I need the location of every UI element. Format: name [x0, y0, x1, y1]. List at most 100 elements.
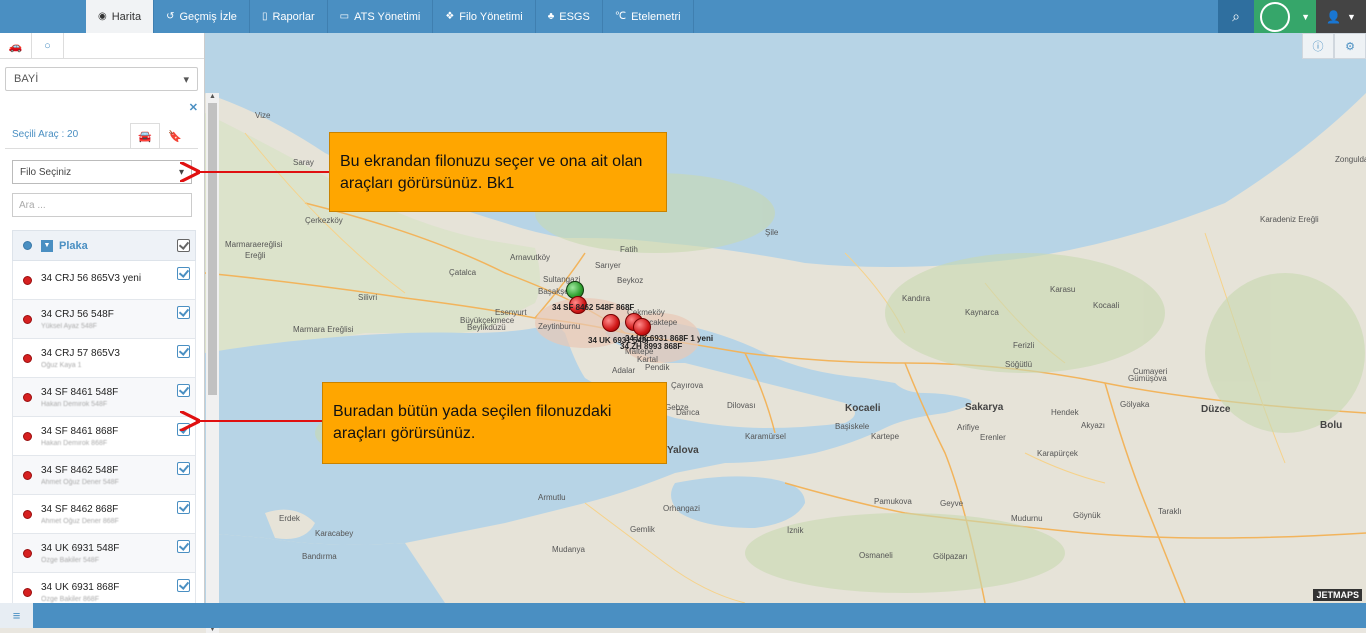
- vehicle-plate: 34 SF 8461 548F: [41, 386, 119, 398]
- plate-column-header[interactable]: ▼ Plaka: [41, 239, 171, 252]
- vehicle-checkbox[interactable]: [171, 261, 195, 280]
- map-place-label: Saray: [293, 158, 314, 167]
- vehicle-grid: ▼ Plaka 34 CRJ 56 865V3 yeni 34 CRJ 56 54…: [12, 230, 196, 612]
- tab-vehicle-list[interactable]: 🚘: [130, 123, 160, 149]
- map-place-label: Çayırova: [671, 381, 704, 390]
- table-row[interactable]: 34 SF 8462 548F Ahmet Oğuz Dener 548F: [12, 456, 196, 495]
- tab-bookmarks[interactable]: 🔖: [160, 123, 190, 149]
- vehicle-map-label: 34 SF 8462 548F 868F: [552, 303, 635, 312]
- status-dot-icon: [22, 241, 32, 250]
- map-place-label: Sarıyer: [595, 261, 621, 270]
- status-cell: [13, 587, 41, 597]
- sidebar-scrollbar[interactable]: ▲ ▼: [206, 93, 219, 633]
- table-row[interactable]: 34 SF 8461 868F Hakan Demirok 868F: [12, 417, 196, 456]
- map-view[interactable]: Vize Saray Çerkezköy Marmaraereğlisi Ereğli Ç…: [205, 33, 1366, 603]
- status-dropdown[interactable]: ▼: [1254, 0, 1316, 33]
- cubes-icon: ❖: [445, 11, 455, 22]
- status-dot-icon: [22, 431, 32, 441]
- table-row[interactable]: 34 CRJ 57 865V3 Oğuz Kaya 1: [12, 339, 196, 378]
- chevron-down-icon: ▼: [1301, 11, 1310, 22]
- checkbox-icon: [176, 579, 190, 592]
- table-row[interactable]: 34 SF 8462 868F Ahmet Oğuz Dener 868F: [12, 495, 196, 534]
- table-row[interactable]: 34 CRJ 56 865V3 yeni: [12, 261, 196, 300]
- map-place-label: Bolu: [1320, 420, 1343, 431]
- scroll-up-icon[interactable]: ▲: [209, 93, 216, 100]
- jetmaps-logo: JETMAPS: [1313, 589, 1362, 601]
- vehicle-checkbox[interactable]: [171, 495, 195, 514]
- nav-item-geçmiş-i-zle[interactable]: ↺ Geçmiş İzle: [154, 0, 250, 33]
- user-icon: 👤: [1326, 9, 1342, 24]
- vehicle-checkbox[interactable]: [171, 339, 195, 358]
- status-cell: [13, 470, 41, 480]
- status-cell: [13, 275, 41, 285]
- map-place-label: Kaynarca: [965, 308, 999, 317]
- info-icon: ⓘ: [1312, 41, 1324, 53]
- vehicle-checkbox[interactable]: [171, 417, 195, 436]
- vehicle-info: 34 CRJ 56 865V3 yeni: [41, 273, 171, 287]
- chevron-down-icon: ▾: [183, 73, 189, 86]
- file-icon: ▯: [261, 11, 268, 22]
- map-tools: ⓘ ⚙: [1302, 33, 1366, 59]
- vehicle-plate: 34 CRJ 56 865V3 yeni: [41, 273, 142, 284]
- vehicle-driver: Ahmet Oğuz Dener 548F: [41, 478, 119, 486]
- status-dot-icon: [22, 275, 32, 285]
- nav-item-filo-yönetimi[interactable]: ❖ Filo Yönetimi: [433, 0, 536, 33]
- nav-item-etelemetri[interactable]: ℃ Etelemetri: [603, 0, 694, 33]
- map-place-label: Çerkezköy: [305, 216, 343, 225]
- map-settings-button[interactable]: ⚙: [1334, 33, 1366, 59]
- table-row[interactable]: 34 UK 6931 548F Özge Bakiler 548F: [12, 534, 196, 573]
- status-cell: [13, 314, 41, 324]
- vehicle-marker[interactable]: [602, 314, 620, 332]
- checkbox-icon: [176, 501, 190, 514]
- vehicle-checkbox[interactable]: [171, 456, 195, 475]
- map-place-label: Vize: [255, 111, 271, 120]
- vehicle-checkbox[interactable]: [171, 378, 195, 397]
- map-place-label: Zeytinburnu: [538, 322, 581, 331]
- map-place-label: Silivri: [358, 293, 378, 302]
- menu-toggle-button[interactable]: ≡: [0, 603, 33, 628]
- map-place-label: Kocaeli: [845, 403, 881, 414]
- close-icon[interactable]: ✕: [189, 101, 198, 114]
- nav-item-label: Harita: [111, 10, 142, 23]
- search-button[interactable]: ⌕: [1218, 0, 1254, 33]
- map-place-label: Erenler: [980, 433, 1006, 442]
- map-place-label: Bandırma: [302, 552, 337, 561]
- search-icon: ⌕: [1232, 8, 1240, 24]
- map-place-label: Dilovası: [727, 401, 756, 410]
- map-info-button[interactable]: ⓘ: [1302, 33, 1334, 59]
- map-place-label: Adalar: [612, 366, 636, 375]
- nav-item-raporlar[interactable]: ▯ Raporlar: [250, 0, 328, 33]
- map-place-label: Zonguldak: [1335, 155, 1366, 164]
- table-row[interactable]: 34 SF 8461 548F Hakan Demirok 548F: [12, 378, 196, 417]
- table-row[interactable]: 34 CRJ 56 548F Yüksel Ayaz 548F: [12, 300, 196, 339]
- map-place-label: Arnavutköy: [510, 253, 551, 262]
- sitemap-icon: ♣: [547, 11, 555, 22]
- list-tabs: 🚘 🔖: [130, 123, 190, 149]
- map-place-label: Kandıra: [902, 294, 931, 303]
- vehicle-info: 34 CRJ 56 548F Yüksel Ayaz 548F: [41, 309, 171, 330]
- gears-icon: ⚙: [1345, 40, 1355, 53]
- nav-item-ats-yönetimi[interactable]: ▭ ATS Yönetimi: [328, 0, 434, 33]
- vehicle-plate: 34 SF 8461 868F: [41, 425, 119, 437]
- vehicle-checkbox[interactable]: [171, 300, 195, 319]
- checkbox-icon: [176, 345, 190, 358]
- sort-icon[interactable]: ▼: [41, 239, 53, 252]
- fleet-select[interactable]: Filo Seçiniz ▾: [12, 160, 192, 184]
- user-menu-button[interactable]: 👤 ▼: [1316, 0, 1366, 33]
- nav-item-esgs[interactable]: ♣ ESGS: [536, 0, 603, 33]
- status-dot-icon: [22, 470, 32, 480]
- nav-item-label: Filo Yönetimi: [459, 10, 523, 23]
- circle-icon: ○: [44, 40, 51, 52]
- tab-points[interactable]: ○: [32, 33, 64, 59]
- dealer-select[interactable]: BAYİ ▾: [5, 67, 198, 91]
- vehicle-map-label: 34 UK 6931 868F 1 yeni: [625, 334, 714, 343]
- vehicle-checkbox[interactable]: [171, 573, 195, 592]
- vehicle-search-input[interactable]: [12, 193, 192, 217]
- select-all-checkbox[interactable]: [171, 239, 195, 252]
- nav-item-label: ATS Yönetimi: [354, 10, 421, 23]
- nav-item-harita[interactable]: ◉ Harita: [86, 0, 155, 33]
- tab-vehicles[interactable]: 🚗: [0, 33, 32, 59]
- scrollbar-thumb[interactable]: [208, 103, 217, 395]
- vehicle-checkbox[interactable]: [171, 534, 195, 553]
- car-icon: 🚗: [8, 40, 23, 53]
